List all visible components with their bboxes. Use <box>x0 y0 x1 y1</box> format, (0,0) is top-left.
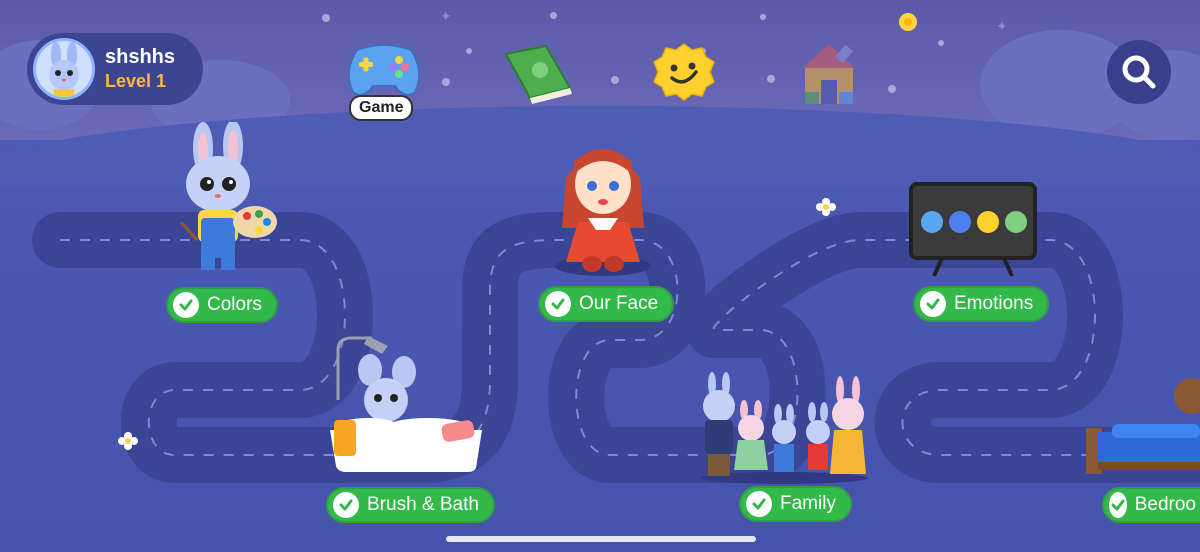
search-icon <box>1122 55 1156 89</box>
check-icon <box>545 291 571 317</box>
bathtub-bunny-icon <box>330 336 482 472</box>
flower-icon <box>816 198 836 216</box>
check-icon <box>1109 492 1127 518</box>
bunny-family-icon <box>700 372 868 484</box>
lesson-label: Bedroo <box>1134 494 1196 515</box>
lesson-colors-button[interactable]: Colors <box>166 287 278 323</box>
lesson-family-button[interactable]: Family <box>739 486 852 522</box>
smile-badge-icon <box>653 43 715 101</box>
game-label[interactable]: Game <box>349 95 414 121</box>
check-icon <box>746 491 772 517</box>
avatar <box>33 38 95 100</box>
check-icon <box>920 291 946 317</box>
book-icon <box>504 44 572 104</box>
girl-doll-icon <box>555 149 651 276</box>
emotions-nav-button[interactable] <box>652 42 716 107</box>
lesson-brush-bath-button[interactable]: Brush & Bath <box>326 487 495 523</box>
check-icon <box>333 492 359 518</box>
happy-face-icon <box>977 211 999 233</box>
surprised-face-icon <box>949 211 971 233</box>
profile-card[interactable]: shshhs Level 1 <box>27 33 203 105</box>
lesson-label: Family <box>780 493 836 514</box>
username: shshhs <box>105 46 176 68</box>
calm-face-icon <box>1005 211 1027 233</box>
sad-face-icon <box>921 211 943 233</box>
search-button[interactable] <box>1107 40 1171 104</box>
bunny-avatar-icon <box>49 42 79 97</box>
flower-icon <box>899 13 917 31</box>
playhouse-nav-button[interactable] <box>793 38 865 111</box>
flower-icon <box>118 432 138 450</box>
gamepad-icon <box>347 44 421 96</box>
lesson-map: ✦ ✦ ✦ shshhs Level 1 <box>0 0 1200 552</box>
lesson-our-face-button[interactable]: Our Face <box>538 286 675 322</box>
book-nav-button[interactable] <box>502 44 574 111</box>
lesson-label: Colors <box>207 294 262 315</box>
lesson-label: Brush & Bath <box>367 494 479 515</box>
toy-house-icon <box>803 44 855 104</box>
lesson-label: Our Face <box>579 293 659 314</box>
painter-bunny-icon <box>179 122 277 270</box>
check-icon <box>173 292 199 318</box>
bed-icon <box>1086 378 1200 474</box>
lesson-emotions-button[interactable]: Emotions <box>913 286 1050 322</box>
lesson-label: Emotions <box>954 293 1034 314</box>
home-indicator[interactable] <box>446 536 756 542</box>
tv-screen <box>909 182 1037 260</box>
lesson-bedroom-button[interactable]: Bedroo <box>1102 487 1200 523</box>
tv-stand-icon <box>932 258 1014 277</box>
level-label: Level 1 <box>105 71 167 91</box>
